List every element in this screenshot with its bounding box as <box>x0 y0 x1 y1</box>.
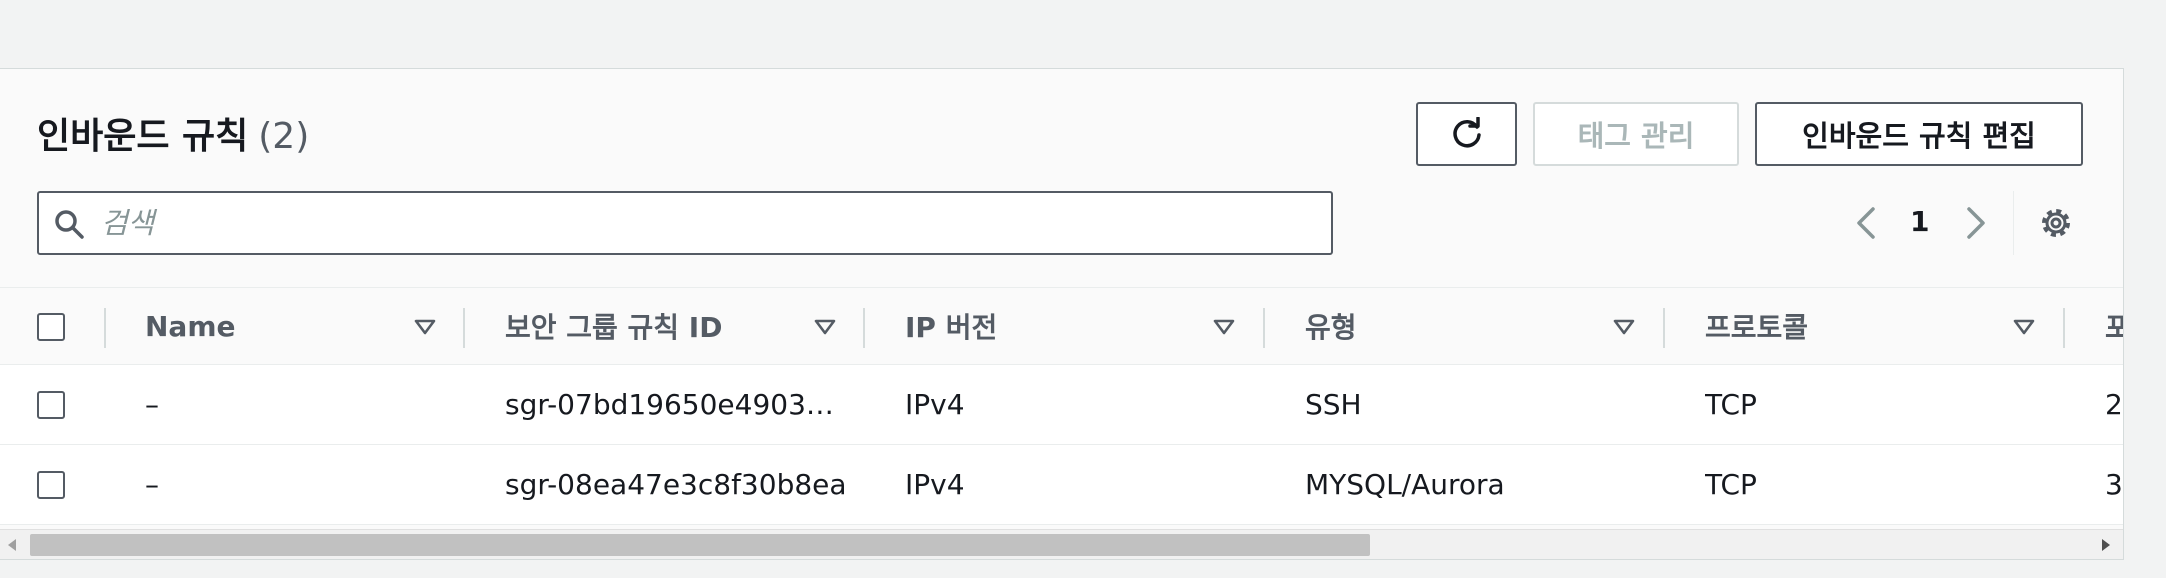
column-divider[interactable] <box>463 308 465 348</box>
scroll-right-arrow-icon[interactable] <box>2100 538 2112 552</box>
chevron-left-icon[interactable] <box>1851 205 1881 241</box>
cell-name: – <box>145 468 159 501</box>
title-text: 인바운드 규칙 <box>37 116 249 157</box>
gear-icon[interactable] <box>2037 204 2075 242</box>
inbound-rules-table: Name 보안 그룹 규칙 ID IP 버전 유형 프로토콜 포 – sgr-0… <box>0 287 2123 525</box>
rule-count: (2) <box>258 116 310 157</box>
cell-ip-version: IPv4 <box>905 468 965 501</box>
sort-caret-icon[interactable] <box>814 318 836 336</box>
sort-caret-icon[interactable] <box>1613 318 1635 336</box>
search-icon <box>55 210 84 239</box>
page-title: 인바운드 규칙 (2) <box>37 107 309 159</box>
scrollbar-thumb[interactable] <box>30 534 1370 556</box>
cell-rule-id[interactable]: sgr-07bd19650e4903… <box>505 365 835 444</box>
table-header: Name 보안 그룹 규칙 ID IP 버전 유형 프로토콜 포 <box>0 287 2123 365</box>
cell-protocol: TCP <box>1705 468 1757 501</box>
column-divider <box>104 308 106 348</box>
row-checkbox[interactable] <box>37 471 65 499</box>
pager-divider <box>2013 191 2014 255</box>
column-header-type[interactable]: 유형 <box>1305 288 1357 364</box>
row-checkbox[interactable] <box>37 391 65 419</box>
search-input[interactable] <box>101 201 1301 245</box>
sort-caret-icon[interactable] <box>414 318 436 336</box>
manage-tags-button[interactable]: 태그 관리 <box>1533 102 1739 166</box>
edit-inbound-rules-button[interactable]: 인바운드 규칙 편집 <box>1755 102 2083 166</box>
cell-type: MYSQL/Aurora <box>1305 468 1505 501</box>
column-header-port[interactable]: 포 <box>2105 288 2123 364</box>
column-divider[interactable] <box>2063 308 2065 348</box>
horizontal-scrollbar[interactable] <box>0 529 2123 559</box>
inbound-rules-panel: 인바운드 규칙(2) 태그 관리 인바운드 규칙 편집 1 Name <box>0 68 2124 560</box>
sort-caret-icon[interactable] <box>1213 318 1235 336</box>
cell-port: 3 <box>2105 468 2123 501</box>
cell-rule-id[interactable]: sgr-08ea47e3c8f30b8ea <box>505 445 845 524</box>
table-row[interactable]: – sgr-08ea47e3c8f30b8ea IPv4 MYSQL/Auror… <box>0 445 2123 525</box>
cell-protocol: TCP <box>1705 388 1757 421</box>
column-header-name[interactable]: Name <box>145 288 236 364</box>
column-divider[interactable] <box>1263 308 1265 348</box>
column-divider[interactable] <box>1663 308 1665 348</box>
refresh-button[interactable] <box>1416 102 1517 166</box>
search-field[interactable] <box>37 191 1333 255</box>
column-divider[interactable] <box>863 308 865 348</box>
column-header-rule-id[interactable]: 보안 그룹 규칙 ID <box>505 288 722 364</box>
scroll-left-arrow-icon[interactable] <box>6 538 18 552</box>
select-all-checkbox[interactable] <box>37 313 65 341</box>
table-row[interactable]: – sgr-07bd19650e4903… IPv4 SSH TCP 2 <box>0 365 2123 445</box>
column-header-protocol[interactable]: 프로토콜 <box>1705 288 1808 364</box>
cell-port: 2 <box>2105 388 2123 421</box>
cell-type: SSH <box>1305 388 1362 421</box>
column-header-ip-version[interactable]: IP 버전 <box>905 288 997 364</box>
current-page-number[interactable]: 1 <box>1910 205 1929 238</box>
chevron-right-icon[interactable] <box>1961 205 1991 241</box>
sort-caret-icon[interactable] <box>2013 318 2035 336</box>
cell-name: – <box>145 388 159 421</box>
cell-ip-version: IPv4 <box>905 388 965 421</box>
refresh-icon <box>1452 117 1481 148</box>
